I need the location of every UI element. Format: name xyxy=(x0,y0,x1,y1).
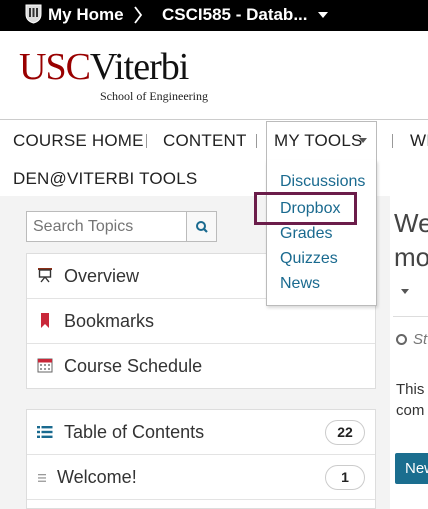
toc-item-welcome[interactable]: Welcome! 1 xyxy=(27,455,375,500)
nav-separator xyxy=(256,134,257,148)
dropdown-item-discussions[interactable]: Discussions xyxy=(280,173,365,191)
content-divider xyxy=(393,316,428,317)
toc-count-badge: 22 xyxy=(325,420,365,445)
nav-content[interactable]: CONTENT xyxy=(163,131,247,151)
drag-handle-icon xyxy=(38,474,46,482)
search-button[interactable] xyxy=(186,211,217,242)
nav-separator xyxy=(146,134,147,148)
breadcrumb-chevron-icon xyxy=(134,6,143,24)
my-tools-caret-icon[interactable] xyxy=(359,138,367,143)
menu-item-course-schedule[interactable]: Course Schedule xyxy=(27,344,375,389)
dropbox-highlight-box xyxy=(254,192,357,225)
my-home-link[interactable]: My Home xyxy=(48,5,124,25)
nav-cut-item[interactable]: WI xyxy=(410,131,428,151)
top-navigation-bar: My Home CSCI585 - Datab... xyxy=(0,0,428,31)
page-title-line1: We xyxy=(394,208,428,238)
toc-label: Table of Contents xyxy=(64,422,205,442)
presentation-board-icon xyxy=(38,268,52,283)
dropdown-item-news[interactable]: News xyxy=(280,275,320,293)
my-tools-dropdown: Discussions Dropbox Grades Quizzes News xyxy=(266,160,377,306)
table-of-contents: Table of Contents 22 Welcome! 1 xyxy=(26,409,376,509)
body-text-line1: This xyxy=(396,381,425,398)
menu-item-label: Overview xyxy=(64,266,140,286)
menu-item-label: Course Schedule xyxy=(64,356,203,376)
logo-viterbi-text: Viterbi xyxy=(89,46,189,88)
university-crest-icon[interactable] xyxy=(25,3,42,24)
new-button[interactable]: New xyxy=(395,453,428,484)
title-options-caret-icon[interactable] xyxy=(401,289,409,294)
usc-viterbi-logo[interactable]: USCViterbi School of Engineering xyxy=(19,46,208,103)
dropdown-item-quizzes[interactable]: Quizzes xyxy=(280,250,338,268)
toc-item-label: Welcome! xyxy=(57,467,137,487)
body-text-line2: com xyxy=(396,402,425,419)
logo-school-text: School of Engineering xyxy=(100,89,208,103)
logo-usc-text: USC xyxy=(19,46,91,88)
nav-course-home[interactable]: COURSE HOME xyxy=(13,131,144,151)
search-icon xyxy=(196,221,208,233)
status-text: St xyxy=(413,331,428,348)
nav-separator xyxy=(392,134,393,148)
menu-item-label: Bookmarks xyxy=(64,311,155,331)
course-selector-link[interactable]: CSCI585 - Datab... xyxy=(162,5,308,25)
calendar-icon xyxy=(37,358,53,373)
course-dropdown-caret-icon[interactable] xyxy=(318,12,328,18)
toc-item-count-badge: 1 xyxy=(325,465,365,490)
dropdown-item-grades[interactable]: Grades xyxy=(280,225,332,243)
nav-top-divider xyxy=(0,119,428,120)
toc-header-row[interactable]: Table of Contents 22 xyxy=(27,410,375,455)
clock-icon xyxy=(396,334,407,345)
nav-den-viterbi-tools[interactable]: DEN@VITERBI TOOLS xyxy=(13,169,197,189)
search-topics-input[interactable] xyxy=(26,211,187,242)
nav-my-tools[interactable]: MY TOOLS xyxy=(274,131,363,151)
list-icon xyxy=(37,426,53,438)
bookmark-icon xyxy=(41,313,49,328)
page-title-line2: mo xyxy=(394,242,428,272)
